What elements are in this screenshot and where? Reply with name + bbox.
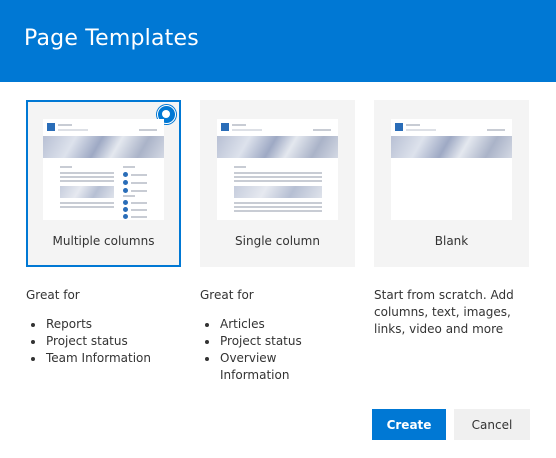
template-card-multiple-columns[interactable]: Multiple columns [26,100,181,267]
description-intro: Great for [200,288,254,302]
template-preview-thumbnail [391,119,512,220]
list-item: Overview Information [200,350,310,384]
cancel-button[interactable]: Cancel [454,409,530,440]
template-description-single-column: Great for Articles Project status Overvi… [200,287,340,384]
template-preview-thumbnail [217,119,338,220]
template-card-blank[interactable]: Blank [374,100,529,267]
list-item: Project status [200,333,340,350]
list-item: Project status [26,333,186,350]
template-card-label: Multiple columns [52,234,155,248]
create-button[interactable]: Create [372,409,446,440]
template-description-blank: Start from scratch. Add columns, text, i… [374,287,536,338]
description-list: Articles Project status Overview Informa… [200,316,340,384]
list-item: Reports [26,316,186,333]
template-card-label: Blank [434,234,469,248]
dialog-title: Page Templates [24,26,199,51]
list-item: Articles [200,316,340,333]
description-intro: Great for [26,288,80,302]
template-preview-thumbnail [43,119,164,220]
description-intro: Start from scratch. Add columns, text, i… [374,288,514,336]
description-list: Reports Project status Team Information [26,316,186,367]
list-item: Team Information [26,350,186,367]
template-description-multiple-columns: Great for Reports Project status Team In… [26,287,186,367]
template-card-label: Single column [235,234,320,248]
template-card-single-column[interactable]: Single column [200,100,355,267]
dialog-header: Page Templates [0,0,556,82]
